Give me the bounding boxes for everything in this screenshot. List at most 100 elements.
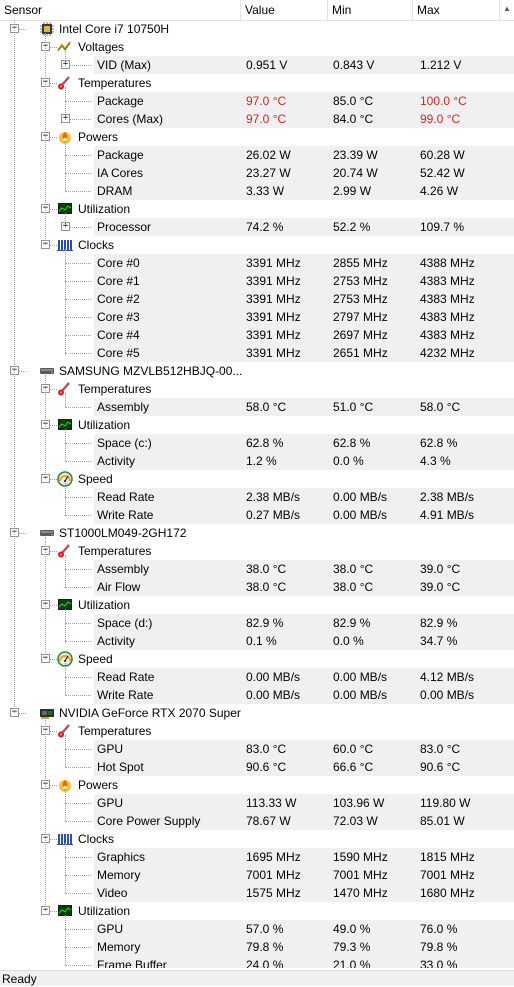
- sensor-row[interactable]: Air Flow 38.0 °C 38.0 °C 39.0 °C: [0, 578, 514, 596]
- sensor-row[interactable]: Core #1 3391 MHz 2753 MHz 4383 MHz: [0, 272, 514, 290]
- sensor-row[interactable]: Write Rate 0.00 MB/s 0.00 MB/s 0.00 MB/s: [0, 686, 514, 704]
- tree-guide-line: [65, 555, 66, 587]
- sensor-label: ST1000LM049-2GH172: [59, 526, 187, 540]
- sensor-group-row[interactable]: − Temperatures: [0, 722, 514, 740]
- sensor-label: Powers: [78, 130, 119, 144]
- sensor-group-row[interactable]: − Utilization: [0, 596, 514, 614]
- sensor-row[interactable]: DRAM 3.33 W 2.99 W 4.26 W: [0, 182, 514, 200]
- sensor-row[interactable]: Hot Spot 90.6 °C 66.6 °C 90.6 °C: [0, 758, 514, 776]
- sensor-row[interactable]: Assembly 58.0 °C 51.0 °C 58.0 °C: [0, 398, 514, 416]
- tree-connector: [65, 767, 91, 768]
- sensor-tree[interactable]: − Intel Core i7 10750H − Voltages + VID (Max)…: [0, 20, 514, 968]
- max-cell: 119.80 W: [420, 796, 471, 810]
- sensor-group-row[interactable]: − Speed: [0, 470, 514, 488]
- sensor-row[interactable]: Package 97.0 °C 85.0 °C 100.0 °C: [0, 92, 514, 110]
- value-cell: 1575 MHz: [246, 886, 301, 900]
- sensor-label: Core #1: [97, 274, 140, 288]
- min-cell: 0.843 V: [333, 58, 375, 72]
- sensor-label: Speed: [78, 472, 113, 486]
- tree-connector: [65, 821, 91, 822]
- sensor-label: GPU: [97, 742, 124, 756]
- value-cell: 3391 MHz: [246, 256, 301, 270]
- sensor-label: IA Cores: [97, 166, 144, 180]
- sensor-group-row[interactable]: − Powers: [0, 128, 514, 146]
- sensor-group-row[interactable]: − Temperatures: [0, 74, 514, 92]
- min-cell: 0.00 MB/s: [333, 670, 388, 684]
- sensor-row[interactable]: Core #3 3391 MHz 2797 MHz 4383 MHz: [0, 308, 514, 326]
- sensor-row[interactable]: Read Rate 2.38 MB/s 0.00 MB/s 2.38 MB/s: [0, 488, 514, 506]
- sensor-group-row[interactable]: − Clocks: [0, 236, 514, 254]
- column-header-value[interactable]: Value: [241, 0, 328, 20]
- sensor-row[interactable]: Space (c:) 62.8 % 62.8 % 62.8 %: [0, 434, 514, 452]
- tree-connector: [65, 965, 91, 966]
- sensor-group-row[interactable]: − Voltages: [0, 38, 514, 56]
- device-row[interactable]: − NVIDIA GeForce RTX 2070 Super: [0, 704, 514, 722]
- sensor-label: Activity: [97, 454, 136, 468]
- sensor-row[interactable]: GPU 83.0 °C 60.0 °C 83.0 °C: [0, 740, 514, 758]
- column-header-max[interactable]: Max: [413, 0, 500, 20]
- sensor-row[interactable]: Read Rate 0.00 MB/s 0.00 MB/s 4.12 MB/s: [0, 668, 514, 686]
- sensor-row[interactable]: Memory 7001 MHz 7001 MHz 7001 MHz: [0, 866, 514, 884]
- max-cell: 4383 MHz: [420, 292, 475, 306]
- value-cell: 83.0 °C: [246, 742, 287, 756]
- sensor-row[interactable]: Activity 0.1 % 0.0 % 34.7 %: [0, 632, 514, 650]
- sensor-row[interactable]: Core #0 3391 MHz 2855 MHz 4388 MHz: [0, 254, 514, 272]
- value-cell: 82.9 %: [246, 616, 284, 630]
- sensor-group-row[interactable]: − Powers: [0, 776, 514, 794]
- sensor-label: Video: [97, 886, 128, 900]
- sensor-row[interactable]: GPU 113.33 W 103.96 W 119.80 W: [0, 794, 514, 812]
- sensor-row[interactable]: Write Rate 0.27 MB/s 0.00 MB/s 4.91 MB/s: [0, 506, 514, 524]
- sensor-group-row[interactable]: − Utilization: [0, 200, 514, 218]
- value-cell: 0.00 MB/s: [246, 688, 301, 702]
- sensor-label: Space (c:): [97, 436, 152, 450]
- sensor-group-row[interactable]: − Speed: [0, 650, 514, 668]
- tree-connector: [65, 803, 91, 804]
- sensor-row[interactable]: + Cores (Max) 97.0 °C 84.0 °C 99.0 °C: [0, 110, 514, 128]
- tree-connector: [65, 677, 91, 678]
- sensor-group-row[interactable]: − Clocks: [0, 830, 514, 848]
- sensor-row[interactable]: Core #5 3391 MHz 2651 MHz 4232 MHz: [0, 344, 514, 362]
- sensor-row[interactable]: Video 1575 MHz 1470 MHz 1680 MHz: [0, 884, 514, 902]
- value-cell: 78.67 W: [246, 814, 291, 828]
- sensor-group-row[interactable]: − Temperatures: [0, 542, 514, 560]
- sensor-row[interactable]: Space (d:) 82.9 % 82.9 % 82.9 %: [0, 614, 514, 632]
- value-cell: 57.0 %: [246, 922, 284, 936]
- tree-connector: [65, 191, 91, 192]
- sensor-label: Core #2: [97, 292, 140, 306]
- sensor-row[interactable]: Core #2 3391 MHz 2753 MHz 4383 MHz: [0, 290, 514, 308]
- sensor-row[interactable]: Memory 79.8 % 79.3 % 79.8 %: [0, 938, 514, 956]
- sensor-row[interactable]: Core #4 3391 MHz 2697 MHz 4383 MHz: [0, 326, 514, 344]
- sensor-row[interactable]: + VID (Max) 0.951 V 0.843 V 1.212 V: [0, 56, 514, 74]
- value-cell: 26.02 W: [246, 148, 291, 162]
- sensor-label: Core #3: [97, 310, 140, 324]
- sensor-row[interactable]: Core Power Supply 78.67 W 72.03 W 85.01 W: [0, 812, 514, 830]
- sensor-row[interactable]: Package 26.02 W 23.39 W 60.28 W: [0, 146, 514, 164]
- sensor-group-row[interactable]: − Temperatures: [0, 380, 514, 398]
- sensor-row[interactable]: Graphics 1695 MHz 1590 MHz 1815 MHz: [0, 848, 514, 866]
- device-row[interactable]: − ST1000LM049-2GH172: [0, 524, 514, 542]
- value-cell: 0.951 V: [246, 58, 288, 72]
- sensor-label: Assembly: [97, 562, 150, 576]
- sensor-row[interactable]: IA Cores 23.27 W 20.74 W 52.42 W: [0, 164, 514, 182]
- max-cell: 1.212 V: [420, 58, 462, 72]
- sensor-row[interactable]: Assembly 38.0 °C 38.0 °C 39.0 °C: [0, 560, 514, 578]
- device-row[interactable]: − SAMSUNG MZVLB512HBJQ-00...: [0, 362, 514, 380]
- value-cell: 1.2 %: [246, 454, 277, 468]
- tree-connector: [65, 515, 91, 516]
- column-header-min[interactable]: Min: [328, 0, 413, 20]
- column-header-sensor[interactable]: Sensor: [0, 0, 241, 20]
- sensor-label: Clocks: [78, 238, 115, 252]
- device-row[interactable]: − Intel Core i7 10750H: [0, 20, 514, 38]
- gpu-icon: [39, 705, 55, 721]
- min-cell: 38.0 °C: [333, 580, 374, 594]
- tree-guide-line: [14, 20, 15, 713]
- sensor-group-row[interactable]: − Utilization: [0, 902, 514, 920]
- sensor-row[interactable]: Activity 1.2 % 0.0 % 4.3 %: [0, 452, 514, 470]
- sensor-row[interactable]: + Processor 74.2 % 52.2 % 109.7 %: [0, 218, 514, 236]
- sensor-row[interactable]: GPU 57.0 % 49.0 % 76.0 %: [0, 920, 514, 938]
- status-bar: Ready: [0, 970, 514, 986]
- tree-connector: [65, 299, 91, 300]
- sensor-label: Air Flow: [97, 580, 141, 594]
- sensor-row[interactable]: Frame Buffer 24.0 % 21.0 % 33.0 %: [0, 956, 514, 968]
- sensor-group-row[interactable]: − Utilization: [0, 416, 514, 434]
